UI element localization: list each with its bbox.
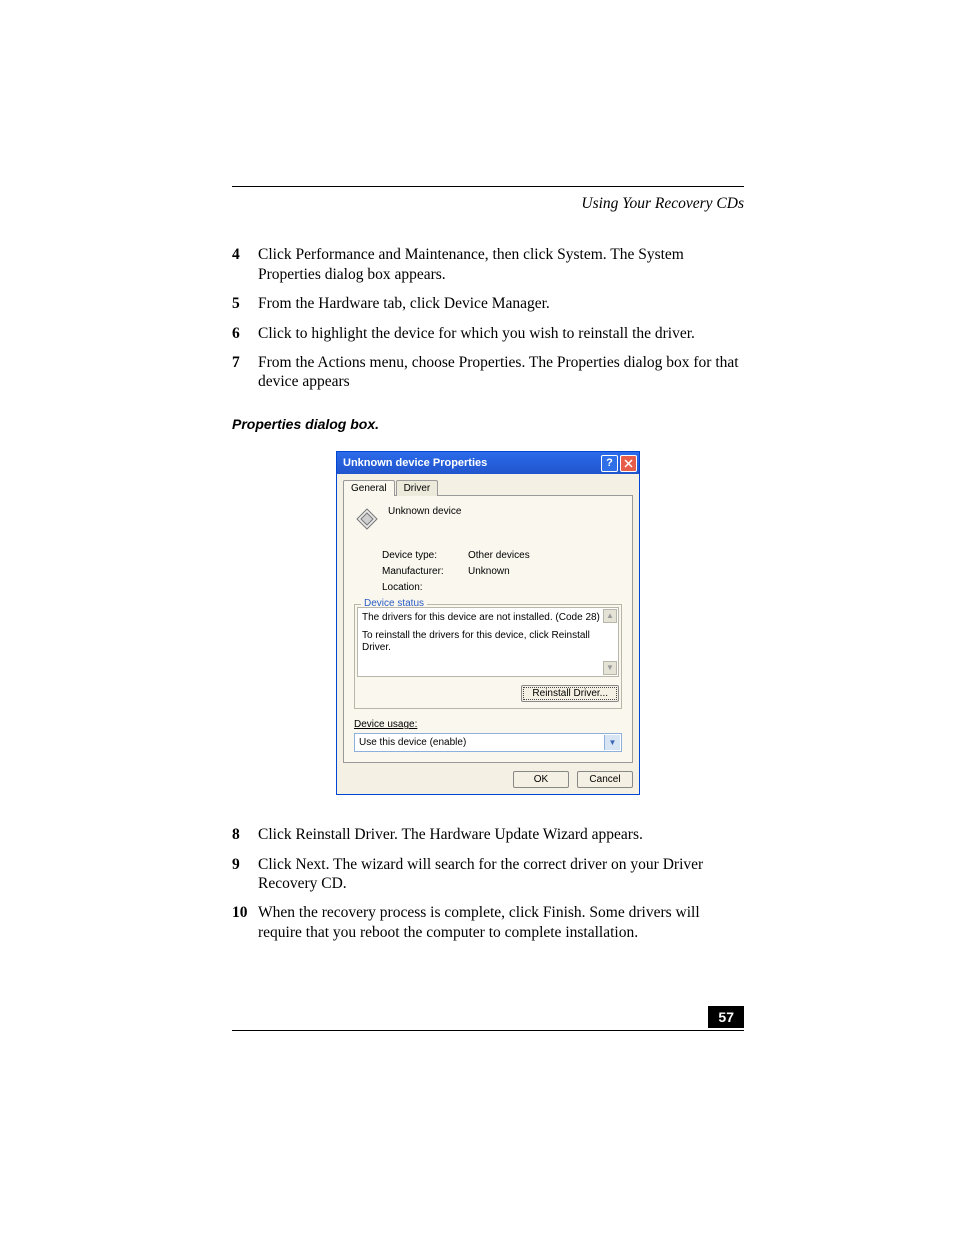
reinstall-driver-button[interactable]: Reinstall Driver... <box>521 685 619 702</box>
help-button[interactable]: ? <box>601 455 618 472</box>
rule-top <box>232 186 744 187</box>
titlebar[interactable]: Unknown device Properties ? <box>337 452 639 474</box>
info-key: Manufacturer: <box>382 566 468 578</box>
figure-dialog: Unknown device Properties ? General <box>232 451 744 795</box>
info-value: Other devices <box>468 550 530 562</box>
step-7: 7 From the Actions menu, choose Properti… <box>232 353 744 392</box>
step-number: 7 <box>232 353 258 392</box>
cancel-button[interactable]: Cancel <box>577 771 633 788</box>
step-text: Click Reinstall Driver. The Hardware Upd… <box>258 825 744 844</box>
status-line-1: The drivers for this device are not inst… <box>362 612 602 624</box>
chevron-down-icon: ▼ <box>609 737 617 749</box>
step-number: 8 <box>232 825 258 844</box>
device-usage-label: Device usage: <box>354 719 622 731</box>
select-value: Use this device (enable) <box>359 737 466 749</box>
chevron-up-icon: ▲ <box>606 610 614 622</box>
step-8: 8 Click Reinstall Driver. The Hardware U… <box>232 825 744 844</box>
close-icon <box>624 459 633 468</box>
device-usage-select[interactable]: Use this device (enable) ▼ <box>354 733 622 752</box>
close-button[interactable] <box>620 455 637 472</box>
scroll-up-button[interactable]: ▲ <box>603 609 617 623</box>
step-number: 10 <box>232 903 258 942</box>
button-label: OK <box>534 774 548 785</box>
step-10: 10 When the recovery process is complete… <box>232 903 744 942</box>
step-number: 6 <box>232 324 258 343</box>
device-status-text: The drivers for this device are not inst… <box>357 607 619 677</box>
window-title: Unknown device Properties <box>343 457 599 469</box>
dialog-body: General Driver Unknown <box>337 474 639 794</box>
running-head: Using Your Recovery CDs <box>232 194 744 213</box>
dropdown-arrow[interactable]: ▼ <box>604 735 620 750</box>
status-line-2: To reinstall the drivers for this device… <box>362 630 602 654</box>
step-text: Click to highlight the device for which … <box>258 324 744 343</box>
device-header: Unknown device <box>354 506 622 532</box>
step-4: 4 Click Performance and Maintenance, the… <box>232 245 744 284</box>
info-value: Unknown <box>468 566 510 578</box>
step-text: From the Actions menu, choose Properties… <box>258 353 744 392</box>
page-number: 57 <box>708 1006 744 1028</box>
scroll-down-button[interactable]: ▼ <box>603 661 617 675</box>
step-number: 9 <box>232 855 258 894</box>
step-5: 5 From the Hardware tab, click Device Ma… <box>232 294 744 313</box>
info-key: Location: <box>382 582 468 594</box>
tab-label: General <box>351 483 387 494</box>
device-icon <box>354 506 380 532</box>
device-status-group: Device status The drivers for this devic… <box>354 604 622 709</box>
steps-after-figure: 8 Click Reinstall Driver. The Hardware U… <box>232 825 744 942</box>
step-number: 4 <box>232 245 258 284</box>
info-location: Location: <box>382 582 622 594</box>
info-device-type: Device type: Other devices <box>382 550 622 562</box>
help-icon: ? <box>606 457 613 469</box>
rule-bottom <box>232 1030 744 1031</box>
step-6: 6 Click to highlight the device for whic… <box>232 324 744 343</box>
step-text: When the recovery process is complete, c… <box>258 903 744 942</box>
page-57: Using Your Recovery CDs 4 Click Performa… <box>0 0 954 1235</box>
device-info: Device type: Other devices Manufacturer:… <box>382 550 622 594</box>
info-key: Device type: <box>382 550 468 562</box>
label-rest: evice usage: <box>361 719 417 730</box>
tab-panel-general: Unknown device Device type: Other device… <box>343 495 633 763</box>
steps-before-figure: 4 Click Performance and Maintenance, the… <box>232 245 744 391</box>
button-label: Reinstall Driver... <box>532 688 608 699</box>
tab-general[interactable]: General <box>343 480 395 496</box>
device-name: Unknown device <box>388 506 461 518</box>
step-text: Click Next. The wizard will search for t… <box>258 855 744 894</box>
chevron-down-icon: ▼ <box>606 662 614 674</box>
info-manufacturer: Manufacturer: Unknown <box>382 566 622 578</box>
dialog-footer: OK Cancel <box>343 771 633 788</box>
reinstall-row: Reinstall Driver... <box>357 685 619 702</box>
step-9: 9 Click Next. The wizard will search for… <box>232 855 744 894</box>
tab-label: Driver <box>404 483 431 494</box>
tabstrip: General Driver <box>343 478 633 496</box>
tab-driver[interactable]: Driver <box>396 480 439 496</box>
button-label: Cancel <box>589 774 620 785</box>
properties-dialog: Unknown device Properties ? General <box>336 451 640 795</box>
ok-button[interactable]: OK <box>513 771 569 788</box>
step-number: 5 <box>232 294 258 313</box>
step-text: From the Hardware tab, click Device Mana… <box>258 294 744 313</box>
figure-caption: Properties dialog box. <box>232 416 744 434</box>
step-text: Click Performance and Maintenance, then … <box>258 245 744 284</box>
